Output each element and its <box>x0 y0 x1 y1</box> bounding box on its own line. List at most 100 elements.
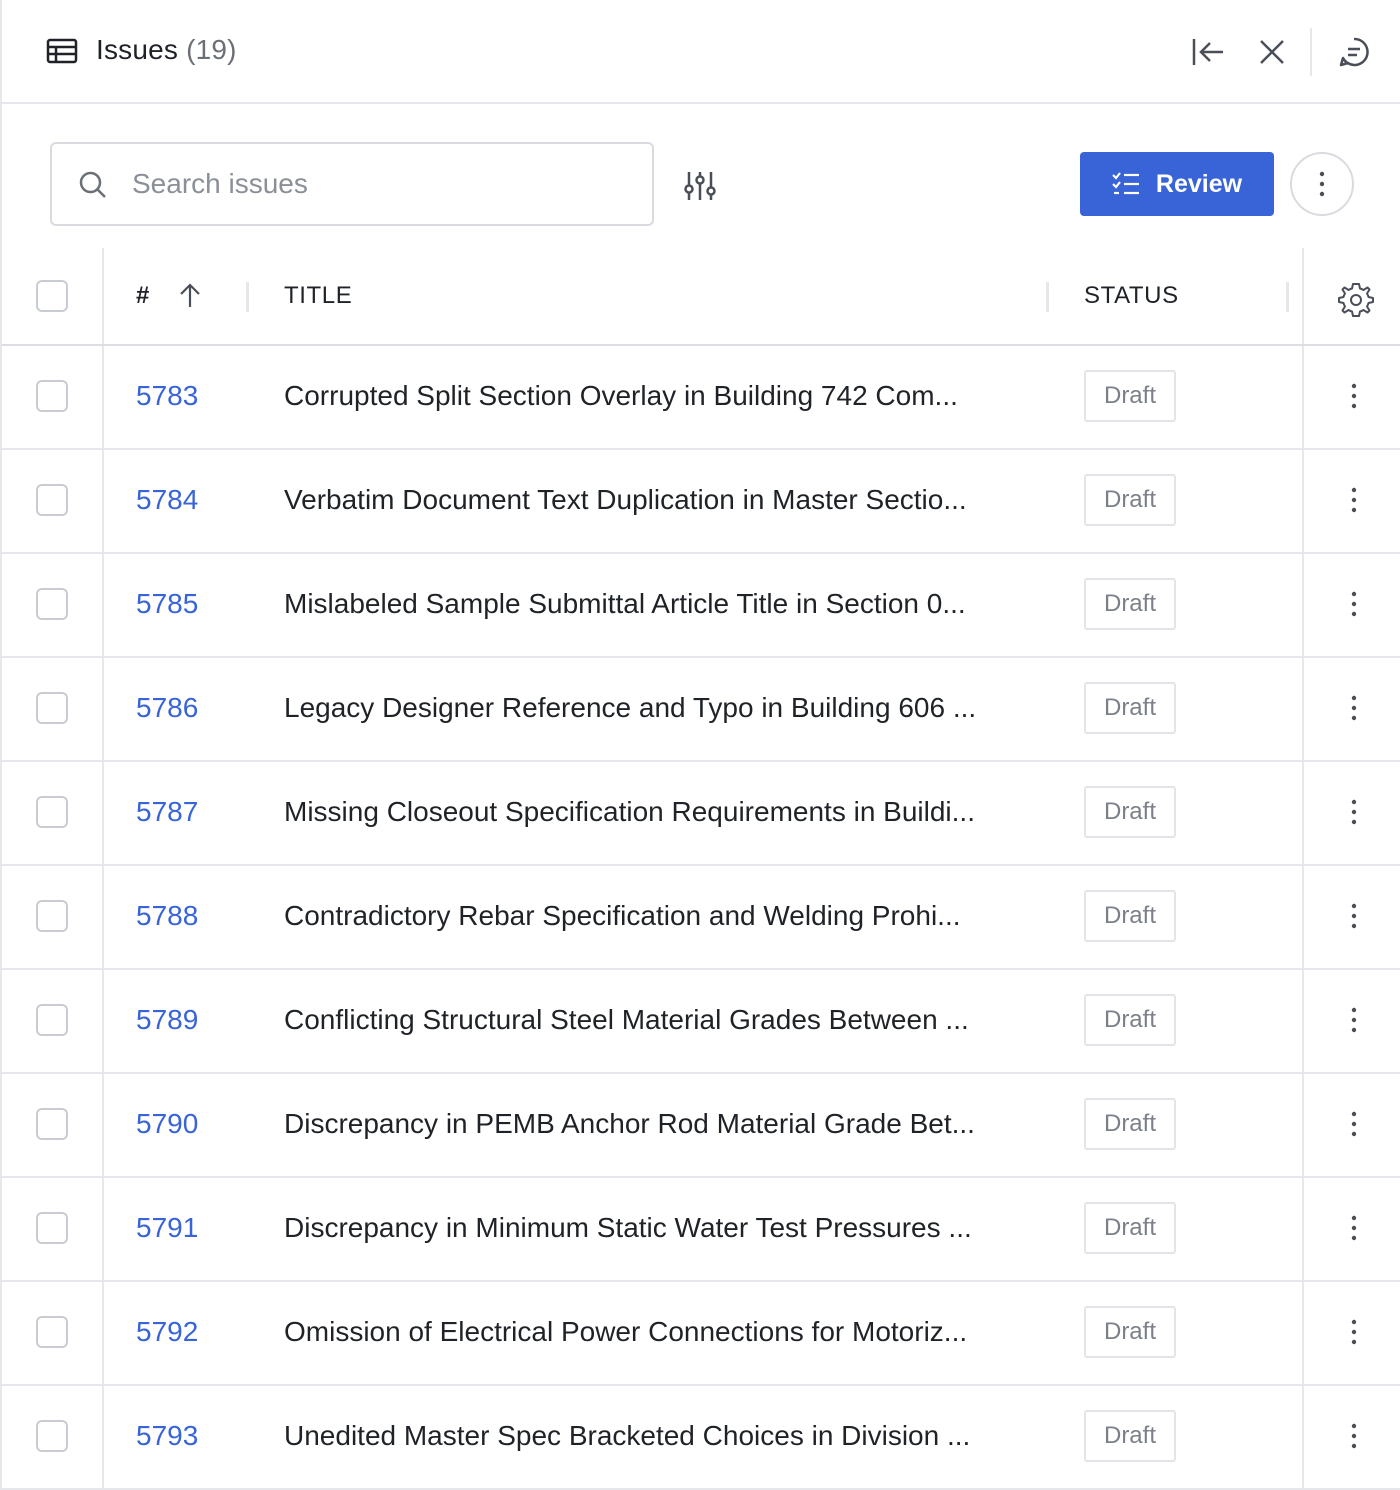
vertical-ellipsis-icon <box>1351 903 1357 929</box>
row-checkbox[interactable] <box>36 1212 68 1244</box>
row-actions-button[interactable] <box>1336 1000 1372 1040</box>
table-row[interactable]: 5786 Legacy Designer Reference and Typo i… <box>2 658 1400 762</box>
table-row[interactable]: 5788 Contradictory Rebar Specification an… <box>2 866 1400 970</box>
status-badge: Draft <box>1084 1410 1176 1462</box>
sort-ascending-icon[interactable] <box>178 282 202 308</box>
table-row[interactable]: 5792 Omission of Electrical Power Connect… <box>2 1282 1400 1386</box>
vertical-ellipsis-icon <box>1351 695 1357 721</box>
row-checkbox[interactable] <box>36 1316 68 1348</box>
issue-number-link[interactable]: 5785 <box>136 588 198 620</box>
issues-table: # TITLE STATUS 5783 Corrupted Split Secti… <box>2 248 1400 1490</box>
checklist-icon <box>1112 172 1139 195</box>
issue-title[interactable]: Discrepancy in PEMB Anchor Rod Material … <box>284 1108 1024 1140</box>
row-actions-button[interactable] <box>1336 792 1372 832</box>
row-checkbox[interactable] <box>36 484 68 516</box>
close-button[interactable] <box>1250 30 1294 74</box>
issue-title[interactable]: Corrupted Split Section Overlay in Build… <box>284 380 1024 412</box>
row-actions-button[interactable] <box>1336 688 1372 728</box>
status-badge: Draft <box>1084 578 1176 630</box>
issue-title[interactable]: Omission of Electrical Power Connections… <box>284 1316 1024 1348</box>
issue-number-link[interactable]: 5784 <box>136 484 198 516</box>
status-badge: Draft <box>1084 682 1176 734</box>
table-row[interactable]: 5785 Mislabeled Sample Submittal Article … <box>2 554 1400 658</box>
issue-number-link[interactable]: 5783 <box>136 380 198 412</box>
issue-number-link[interactable]: 5787 <box>136 796 198 828</box>
row-actions-button[interactable] <box>1336 584 1372 624</box>
status-badge: Draft <box>1084 1306 1176 1358</box>
issue-number-link[interactable]: 5786 <box>136 692 198 724</box>
vertical-ellipsis-icon <box>1351 1215 1357 1241</box>
row-checkbox[interactable] <box>36 1004 68 1036</box>
issue-title[interactable]: Verbatim Document Text Duplication in Ma… <box>284 484 1024 516</box>
row-actions-button[interactable] <box>1336 1416 1372 1456</box>
issue-title[interactable]: Contradictory Rebar Specification and We… <box>284 900 1024 932</box>
page-title-text: Issues <box>96 34 179 65</box>
gear-icon[interactable] <box>1338 282 1374 318</box>
row-actions-button[interactable] <box>1336 1208 1372 1248</box>
table-row[interactable]: 5791 Discrepancy in Minimum Static Water … <box>2 1178 1400 1282</box>
column-header-title[interactable]: TITLE <box>284 282 352 310</box>
issue-title[interactable]: Mislabeled Sample Submittal Article Titl… <box>284 588 1024 620</box>
vertical-ellipsis-icon <box>1351 487 1357 513</box>
row-checkbox[interactable] <box>36 900 68 932</box>
status-badge: Draft <box>1084 1202 1176 1254</box>
vertical-ellipsis-icon <box>1351 799 1357 825</box>
comment-icon <box>1339 37 1369 67</box>
issue-title[interactable]: Discrepancy in Minimum Static Water Test… <box>284 1212 1024 1244</box>
panel-header: Issues (19) <box>2 0 1400 104</box>
issue-number-link[interactable]: 5793 <box>136 1420 198 1452</box>
table-row[interactable]: 5790 Discrepancy in PEMB Anchor Rod Mater… <box>2 1074 1400 1178</box>
issue-count: (19) <box>186 34 237 65</box>
column-header-number[interactable]: # <box>136 282 150 310</box>
status-badge: Draft <box>1084 786 1176 838</box>
filter-button[interactable] <box>678 166 722 206</box>
row-actions-button[interactable] <box>1336 896 1372 936</box>
table-row[interactable]: 5784 Verbatim Document Text Duplication i… <box>2 450 1400 554</box>
review-button[interactable]: Review <box>1080 152 1274 216</box>
vertical-ellipsis-icon <box>1351 1007 1357 1033</box>
status-badge: Draft <box>1084 890 1176 942</box>
table-row[interactable]: 5787 Missing Closeout Specification Requi… <box>2 762 1400 866</box>
vertical-ellipsis-icon <box>1351 1111 1357 1137</box>
table-row[interactable]: 5789 Conflicting Structural Steel Materia… <box>2 970 1400 1074</box>
row-checkbox[interactable] <box>36 380 68 412</box>
row-actions-button[interactable] <box>1336 1312 1372 1352</box>
issue-title[interactable]: Missing Closeout Specification Requireme… <box>284 796 1024 828</box>
table-header: # TITLE STATUS <box>2 248 1400 346</box>
sliders-icon <box>684 172 716 200</box>
table-row[interactable]: 5783 Corrupted Split Section Overlay in B… <box>2 346 1400 450</box>
row-checkbox[interactable] <box>36 1108 68 1140</box>
table-row[interactable]: 5793 Unedited Master Spec Bracketed Choic… <box>2 1386 1400 1490</box>
issue-number-link[interactable]: 5792 <box>136 1316 198 1348</box>
row-checkbox[interactable] <box>36 1420 68 1452</box>
page-title: Issues (19) <box>96 34 237 66</box>
issue-title[interactable]: Unedited Master Spec Bracketed Choices i… <box>284 1420 1024 1452</box>
issues-panel: Issues (19) Search issues Review # TITLE… <box>0 0 1400 1490</box>
row-actions-button[interactable] <box>1336 1104 1372 1144</box>
column-header-status[interactable]: STATUS <box>1084 282 1179 310</box>
issue-number-link[interactable]: 5789 <box>136 1004 198 1036</box>
review-button-label: Review <box>1155 169 1243 198</box>
issue-title[interactable]: Legacy Designer Reference and Typo in Bu… <box>284 692 1024 724</box>
row-checkbox[interactable] <box>36 796 68 828</box>
issue-number-link[interactable]: 5788 <box>136 900 198 932</box>
issue-number-link[interactable]: 5790 <box>136 1108 198 1140</box>
row-actions-button[interactable] <box>1336 480 1372 520</box>
column-resize-handle[interactable] <box>246 282 249 312</box>
more-options-button[interactable] <box>1290 152 1354 216</box>
row-actions-button[interactable] <box>1336 376 1372 416</box>
row-checkbox[interactable] <box>36 692 68 724</box>
column-resize-handle[interactable] <box>1046 282 1049 312</box>
search-input[interactable] <box>132 160 632 208</box>
issue-number-link[interactable]: 5791 <box>136 1212 198 1244</box>
status-badge: Draft <box>1084 370 1176 422</box>
issue-title[interactable]: Conflicting Structural Steel Material Gr… <box>284 1004 1024 1036</box>
vertical-ellipsis-icon <box>1351 591 1357 617</box>
collapse-panel-button[interactable] <box>1186 30 1230 74</box>
collapse-left-icon <box>1192 39 1223 65</box>
column-resize-handle[interactable] <box>1286 282 1289 312</box>
row-checkbox[interactable] <box>36 588 68 620</box>
select-all-checkbox[interactable] <box>36 280 68 312</box>
comments-button[interactable] <box>1332 30 1376 74</box>
vertical-ellipsis-icon <box>1319 171 1325 197</box>
